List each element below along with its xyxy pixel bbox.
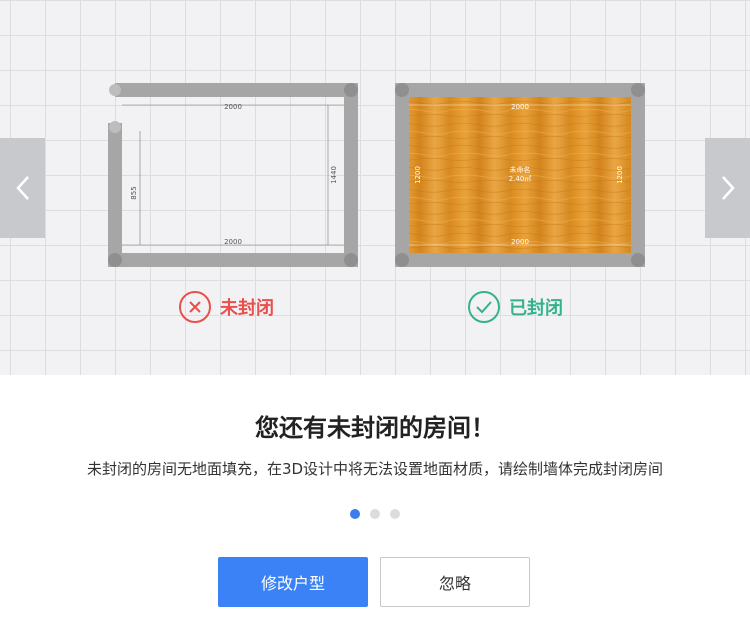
dialog-description: 未封闭的房间无地面填充，在3D设计中将无法设置地面材质，请绘制墙体完成封闭房间 xyxy=(86,460,664,478)
pagination-dot[interactable] xyxy=(350,509,360,519)
dim-label-bottom: 2000 xyxy=(511,238,529,246)
unclosed-room-drawing: 2000 2000 855 1440 xyxy=(108,83,358,267)
wall-right xyxy=(344,83,358,267)
carousel-prev-button[interactable] xyxy=(0,138,45,238)
wall-node xyxy=(631,83,645,97)
wall-node xyxy=(395,253,409,267)
wall-left xyxy=(108,123,122,267)
status-closed-label: 已封闭 xyxy=(509,298,563,319)
dialog-title: 您还有未封闭的房间！ xyxy=(255,414,495,442)
status-unclosed: 未封闭 xyxy=(178,290,274,324)
chevron-right-icon xyxy=(721,176,735,200)
wall-node xyxy=(109,84,121,96)
modify-floorplan-button[interactable]: 修改户型 xyxy=(218,557,368,607)
chevron-left-icon xyxy=(15,176,29,200)
wall-node xyxy=(344,253,358,267)
pagination-dot[interactable] xyxy=(370,509,380,519)
wall-node xyxy=(344,83,358,97)
closed-room-drawing: 2000 2000 1200 1200 未命名 2.40㎡ xyxy=(395,83,645,267)
error-circle-icon xyxy=(179,291,211,323)
check-circle-icon xyxy=(468,291,500,323)
dim-label-top: 2000 xyxy=(511,103,529,111)
dim-label-top: 2000 xyxy=(224,103,242,111)
dim-label-left: 855 xyxy=(130,186,138,199)
carousel-pagination xyxy=(0,509,750,519)
wall-bottom xyxy=(108,253,358,267)
wall-node xyxy=(395,83,409,97)
wall-node xyxy=(631,253,645,267)
status-unclosed-label: 未封闭 xyxy=(220,298,274,319)
dim-label-right: 1200 xyxy=(616,166,624,184)
illustration-area: 2000 2000 855 1440 2000 2000 1200 1200 未… xyxy=(0,0,750,375)
dim-label-bottom: 2000 xyxy=(224,238,242,246)
dim-label-right: 1440 xyxy=(330,166,338,184)
status-closed: 已封闭 xyxy=(467,290,563,324)
ignore-button[interactable]: 忽略 xyxy=(380,557,530,607)
wall-node xyxy=(109,121,121,133)
carousel-next-button[interactable] xyxy=(705,138,750,238)
room-area-label: 2.40㎡ xyxy=(509,175,532,183)
wall-node xyxy=(108,253,122,267)
pagination-dot[interactable] xyxy=(390,509,400,519)
wall-top xyxy=(115,83,358,97)
dim-label-left: 1200 xyxy=(414,166,422,184)
room-name-label: 未命名 xyxy=(510,165,531,174)
